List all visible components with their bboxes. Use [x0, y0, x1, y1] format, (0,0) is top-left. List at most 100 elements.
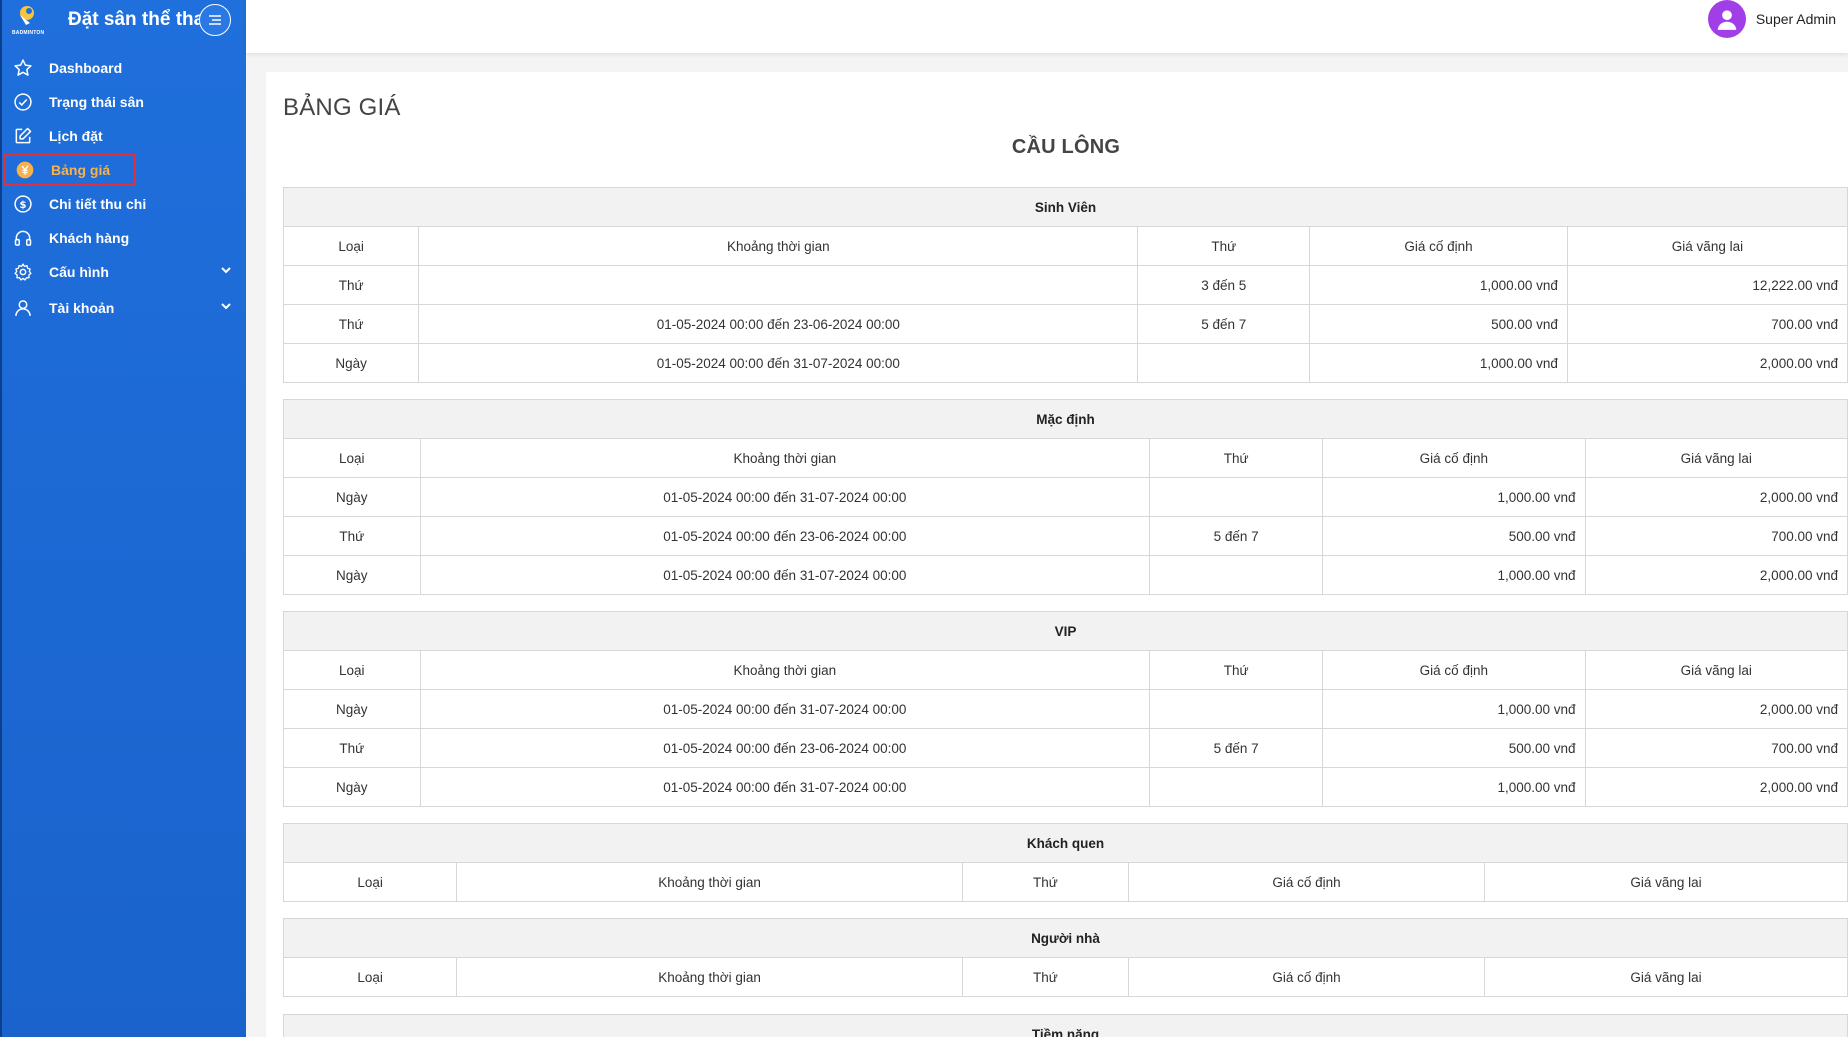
column-header: Giá cố định [1128, 862, 1485, 902]
column-header: Giá cố định [1322, 650, 1586, 690]
price-table-vip: VIP Loại Khoảng thời gian Thứ Giá cố địn… [283, 611, 1848, 807]
column-header: Giá vãng lai [1584, 650, 1848, 690]
user-menu[interactable]: Super Admin [1707, 0, 1836, 38]
main-content: BẢNG GIÁ CẦU LÔNG Sinh Viên Loại Khoảng … [266, 72, 1848, 1037]
nav-label: Lịch đặt [49, 128, 103, 144]
table-row: Thứ 01-05-2024 00:00 đến 23-06-2024 00:0… [283, 728, 1848, 768]
table-row: Thứ 01-05-2024 00:00 đến 23-06-2024 00:0… [283, 516, 1848, 556]
column-header: Thứ [1149, 650, 1324, 690]
price-table-regular: Khách quen Loại Khoảng thời gian Thứ Giá… [282, 823, 1848, 902]
cell-walkin-price: 12,222.00 vnđ [1566, 265, 1848, 305]
user-icon [12, 297, 34, 319]
user-name: Super Admin [1755, 11, 1836, 27]
cell-fixed-price: 1,000.00 vnđ [1322, 689, 1586, 729]
group-header: Mặc định [283, 399, 1848, 439]
cell-weekday [1149, 555, 1324, 595]
nav-label: Khách hàng [49, 230, 130, 246]
cell-fixed-price: 500.00 vnđ [1322, 516, 1586, 556]
cell-type: Ngày [283, 477, 421, 517]
cell-fixed-price: 1,000.00 vnđ [1322, 555, 1586, 595]
cell-walkin-price: 700.00 vnđ [1584, 516, 1848, 556]
sidebar-toggle-button[interactable] [199, 4, 231, 36]
cell-type: Thứ [282, 304, 420, 344]
cell-type: Ngày [283, 689, 421, 729]
table-row: Ngày 01-05-2024 00:00 đến 31-07-2024 00:… [283, 477, 1848, 517]
chevron-down-icon[interactable] [220, 300, 232, 312]
cell-type: Thứ [283, 728, 421, 768]
cell-weekday [1137, 343, 1311, 383]
brand: BADMINTON Đặt sân thể thao [2, 0, 246, 40]
nav-item-finance[interactable]: $ Chi tiết thu chi [2, 187, 246, 221]
group-header: Tiềm năng [283, 1014, 1848, 1037]
table-row: Ngày 01-05-2024 00:00 đến 31-07-2024 00:… [283, 689, 1848, 729]
user-icon [1717, 10, 1737, 30]
price-table-student: Sinh Viên Loại Khoảng thời gian Thứ Giá … [282, 187, 1848, 383]
sport-title: CẦU LÔNG [1011, 136, 1121, 158]
cell-type: Thứ [282, 265, 420, 305]
cell-fixed-price: 1,000.00 vnđ [1322, 767, 1586, 807]
cell-weekday [1149, 689, 1324, 729]
cell-weekday [1149, 477, 1324, 517]
nav-item-dashboard[interactable]: Dashboard [2, 51, 246, 85]
app-title: Đặt sân thể thao [68, 9, 216, 30]
column-header: Giá cố định [1128, 957, 1485, 997]
cell-walkin-price: 2,000.00 vnđ [1584, 555, 1848, 595]
page-title: BẢNG GIÁ [283, 94, 401, 121]
headphones-icon [12, 227, 34, 249]
nav-label: Trạng thái sân [49, 94, 144, 110]
price-table-default: Mặc định Loại Khoảng thời gian Thứ Giá c… [283, 399, 1848, 595]
nav-item-booking[interactable]: Lịch đặt [2, 119, 246, 153]
cell-weekday [1149, 767, 1324, 807]
column-header: Khoảng thời gian [419, 650, 1151, 690]
logo-text: BADMINTON [12, 30, 45, 36]
column-header: Thứ [1149, 438, 1324, 478]
cell-weekday: 5 đến 7 [1149, 516, 1324, 556]
cell-period: 01-05-2024 00:00 đến 23-06-2024 00:00 [419, 728, 1151, 768]
column-header: Giá vãng lai [1483, 957, 1848, 997]
table-row: Ngày 01-05-2024 00:00 đến 31-07-2024 00:… [283, 555, 1848, 595]
check-circle-icon [12, 91, 34, 113]
sidebar: BADMINTON Đặt sân thể thao Dashboard Trạ… [0, 0, 246, 1037]
cell-period: 01-05-2024 00:00 đến 23-06-2024 00:00 [419, 516, 1151, 556]
column-header: Khoảng thời gian [456, 862, 963, 902]
cell-walkin-price: 700.00 vnđ [1584, 728, 1848, 768]
cell-fixed-price: 500.00 vnđ [1309, 304, 1568, 344]
column-header: Giá cố định [1322, 438, 1586, 478]
nav-item-account[interactable]: Tài khoản [2, 291, 246, 325]
cell-period: 01-05-2024 00:00 đến 31-07-2024 00:00 [419, 767, 1151, 807]
cell-fixed-price: 1,000.00 vnđ [1309, 265, 1568, 305]
cell-period: 01-05-2024 00:00 đến 31-07-2024 00:00 [418, 343, 1139, 383]
cell-walkin-price: 2,000.00 vnđ [1584, 689, 1848, 729]
price-table-potential: Tiềm năng [283, 1014, 1848, 1037]
nav-label: Dashboard [49, 60, 123, 76]
nav-label: Tài khoản [49, 300, 115, 316]
nav-item-settings[interactable]: Cấu hình [2, 255, 246, 289]
column-header: Khoảng thời gian [418, 226, 1139, 266]
nav-label: Cấu hình [49, 264, 109, 280]
cell-weekday: 3 đến 5 [1137, 265, 1311, 305]
chevron-down-icon[interactable] [220, 264, 232, 276]
column-header: Loại [283, 438, 421, 478]
yen-coin-icon [14, 159, 36, 181]
dollar-circle-icon: $ [12, 193, 34, 215]
cell-period: 01-05-2024 00:00 đến 31-07-2024 00:00 [419, 689, 1151, 729]
top-bar: Super Admin [246, 0, 1848, 53]
menu-lines-icon [209, 15, 221, 25]
group-header: VIP [283, 611, 1848, 651]
nav-item-court-status[interactable]: Trạng thái sân [2, 85, 246, 119]
avatar[interactable] [1707, 0, 1746, 38]
cell-type: Ngày [283, 555, 421, 595]
cell-walkin-price: 2,000.00 vnđ [1584, 477, 1848, 517]
column-header: Khoảng thời gian [419, 438, 1151, 478]
cell-period: 01-05-2024 00:00 đến 23-06-2024 00:00 [418, 304, 1139, 344]
column-header: Giá vãng lai [1584, 438, 1848, 478]
cell-period [418, 265, 1139, 305]
nav-item-customers[interactable]: Khách hàng [2, 221, 246, 255]
badminton-logo-icon[interactable]: BADMINTON [12, 3, 46, 37]
table-row: Ngày 01-05-2024 00:00 đến 31-07-2024 00:… [283, 767, 1848, 807]
nav-item-price-list[interactable]: Bảng giá [4, 154, 136, 186]
star-icon [12, 57, 34, 79]
group-header: Người nhà [283, 918, 1848, 958]
cell-type: Ngày [282, 343, 420, 383]
gear-icon [12, 261, 34, 283]
